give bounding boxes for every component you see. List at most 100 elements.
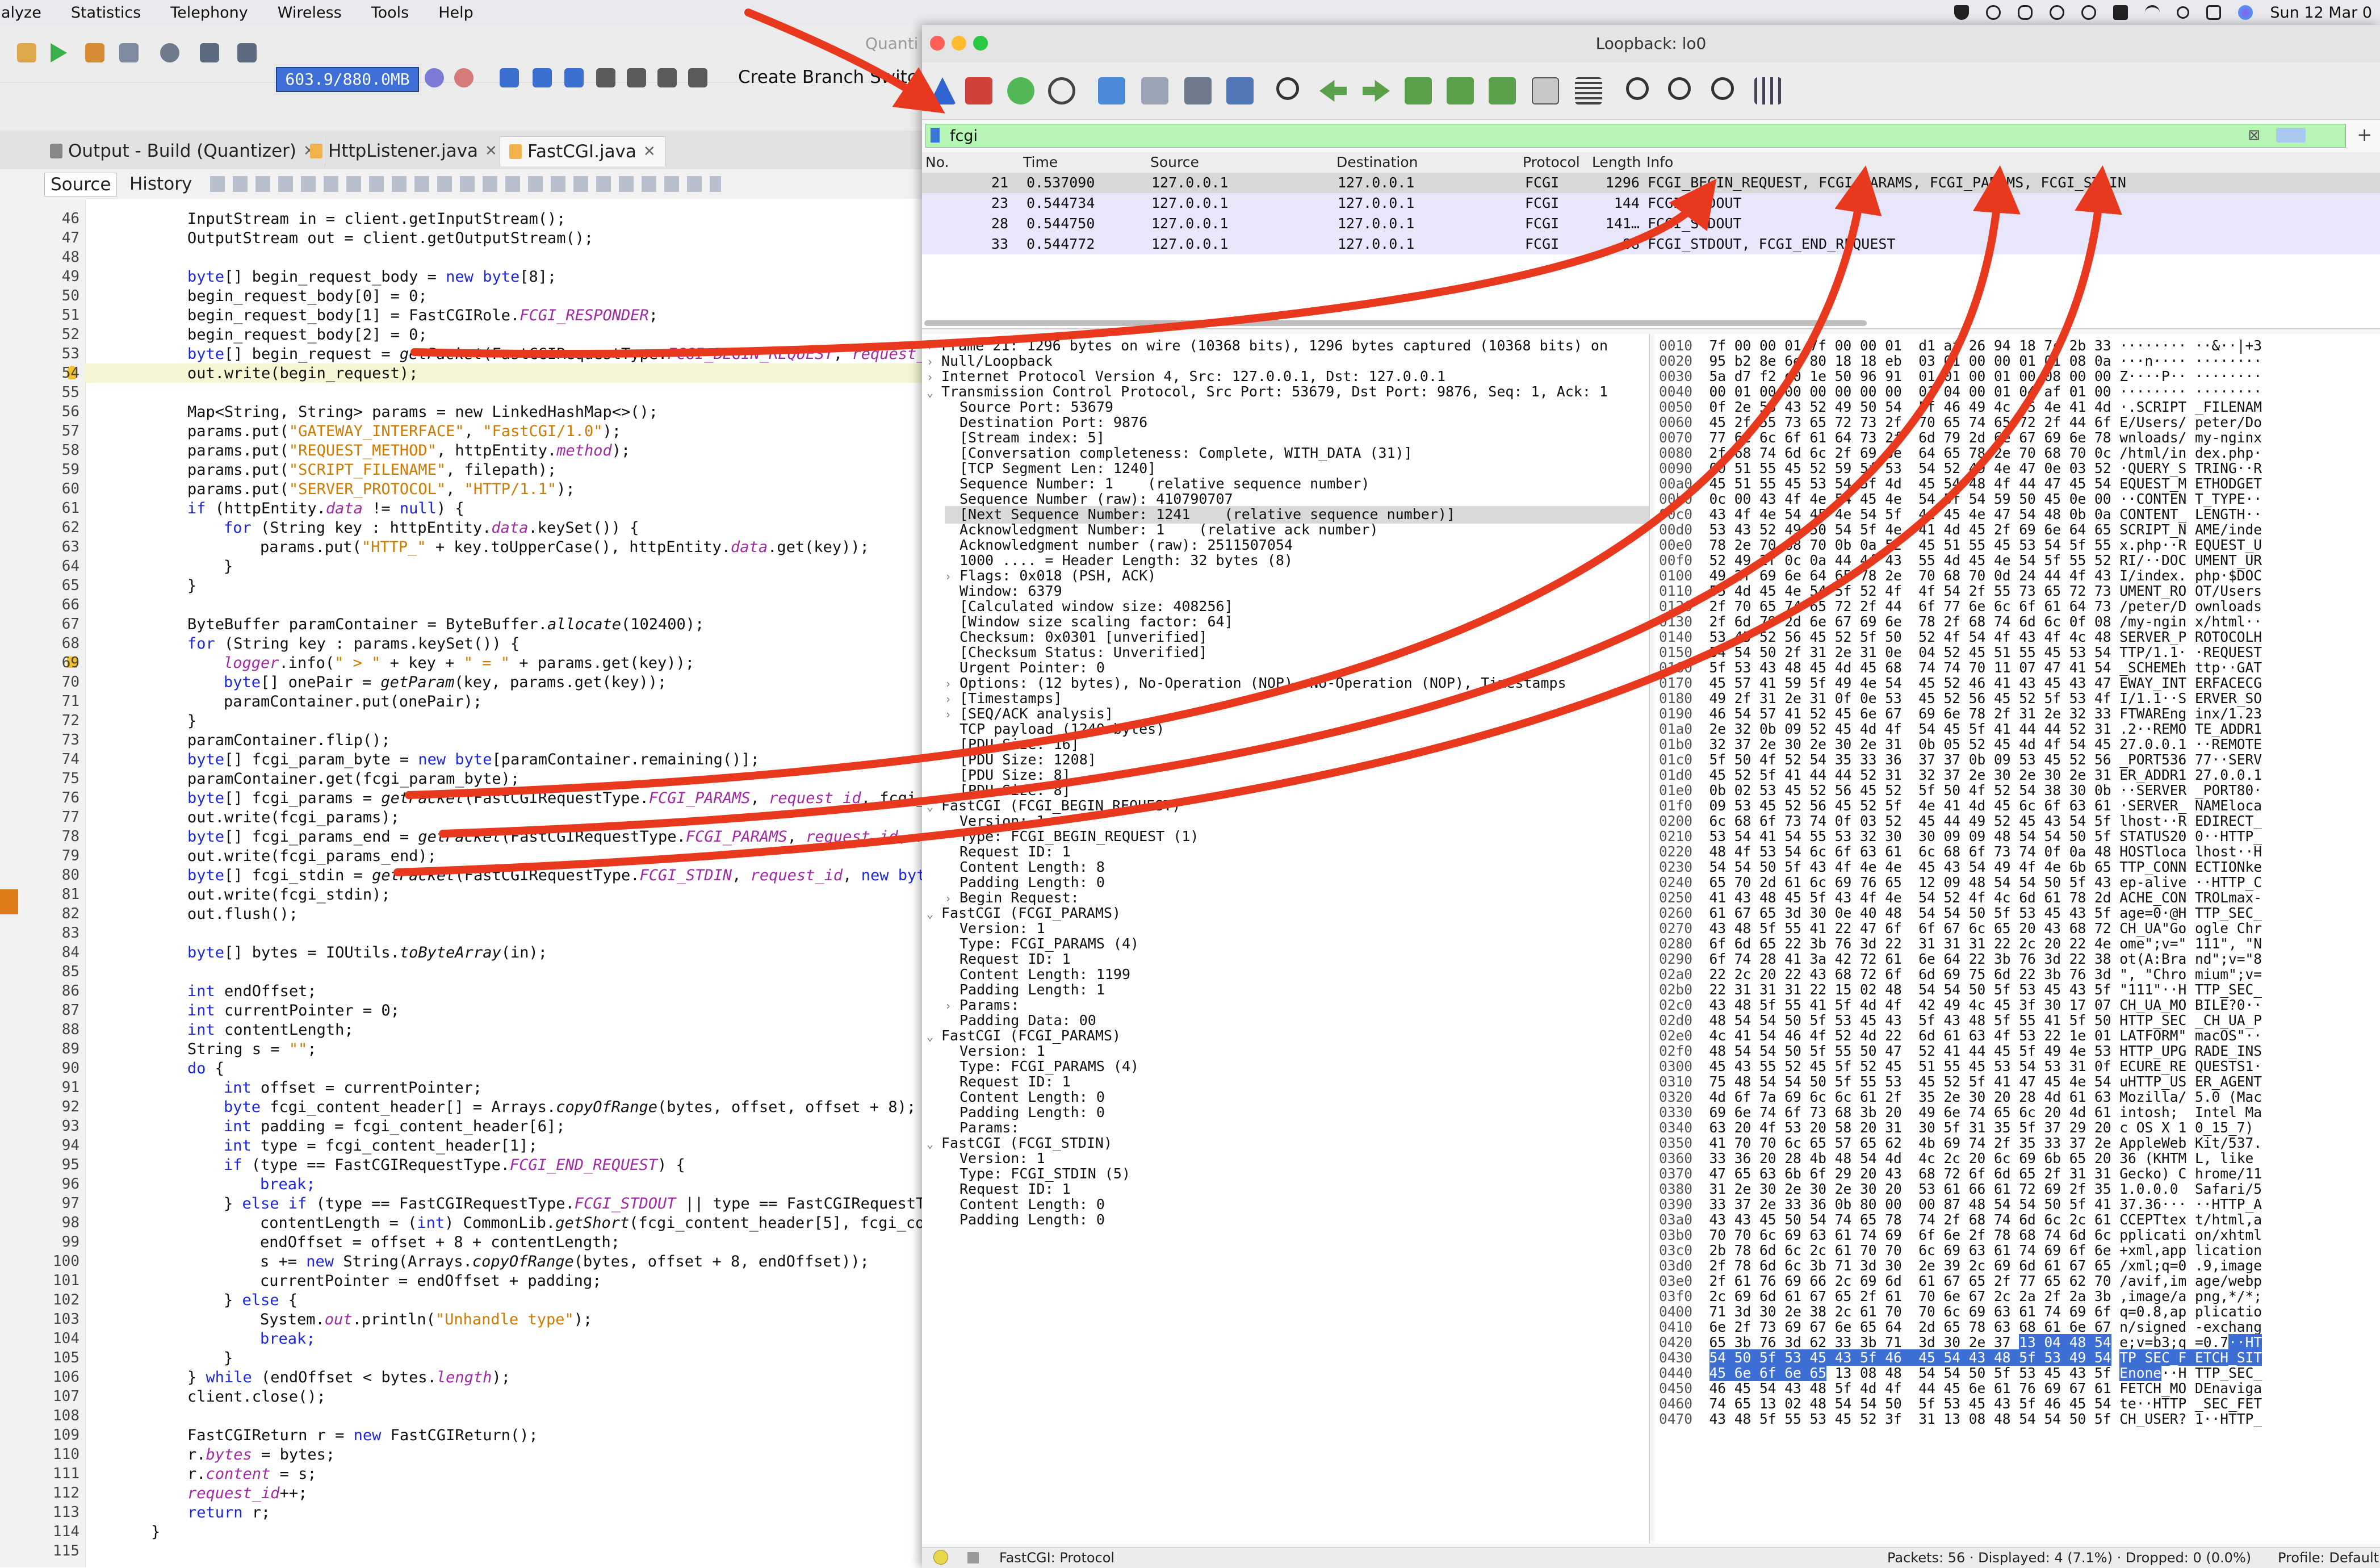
hex-row[interactable]: 01a0 2e 32 0b 09 52 45 4d 4f 54 45 5f 41… xyxy=(1659,721,2262,738)
user-icon[interactable] xyxy=(2081,5,2097,20)
create-branch-button[interactable]: Create Branch Switch xyxy=(738,67,928,87)
close-icon[interactable]: ✕ xyxy=(485,143,497,160)
hex-row[interactable]: 0450 46 45 54 43 48 5f 4d 4f 44 45 6e 61… xyxy=(1659,1380,2262,1397)
hex-row[interactable]: 0190 46 54 57 41 52 45 6e 67 69 6e 78 2f… xyxy=(1659,705,2262,722)
toolbar-icon[interactable] xyxy=(17,43,36,62)
hex-row[interactable]: 03a0 43 43 45 50 54 74 65 78 74 2f 68 74… xyxy=(1659,1211,2262,1228)
headphones-icon[interactable] xyxy=(1986,5,2001,20)
git-stash-icon[interactable] xyxy=(688,68,707,87)
capture-options-icon[interactable] xyxy=(1048,77,1075,104)
hex-row[interactable]: 0250 41 43 48 45 5f 43 4f 4e 54 52 4f 4c… xyxy=(1659,889,2262,906)
hex-row[interactable]: 03b0 70 70 6c 69 63 61 74 69 6f 6e 2f 78… xyxy=(1659,1227,2262,1244)
hex-row[interactable]: 0040 00 01 00 00 00 00 00 00 01 04 00 01… xyxy=(1659,383,2262,400)
packet-details-tree[interactable]: › Frame 21: 1296 bytes on wire (10368 bit… xyxy=(922,334,1650,1544)
hex-row[interactable]: 0090 00 51 55 45 52 59 5f 53 54 52 49 4e… xyxy=(1659,460,2262,477)
display-filter-input[interactable] xyxy=(949,126,2257,146)
hex-row[interactable]: 0310 75 48 54 54 50 5f 55 53 45 52 5f 41… xyxy=(1659,1073,2262,1090)
hex-row[interactable]: 0410 6e 2f 73 69 67 6e 65 64 2d 65 78 63… xyxy=(1659,1319,2262,1336)
camera-icon[interactable] xyxy=(200,43,219,62)
hex-row[interactable]: 00b0 0c 00 43 4f 4e 54 45 4e 54 5f 54 59… xyxy=(1659,491,2262,508)
close-icon[interactable]: ✕ xyxy=(643,143,656,160)
go-back-icon[interactable] xyxy=(1319,80,1347,102)
hex-row[interactable]: 0020 95 b2 8e 6e 80 18 18 eb 03 01 00 00… xyxy=(1659,353,2262,370)
hex-row[interactable]: 0030 5a d7 f2 d0 1e 50 96 91 01 01 00 01… xyxy=(1659,368,2262,385)
hex-row[interactable]: 0380 31 2e 30 2e 30 2e 30 20 53 61 66 61… xyxy=(1659,1181,2262,1198)
hex-row[interactable]: 0350 41 70 70 6c 65 57 65 62 4b 69 74 2f… xyxy=(1659,1135,2262,1152)
control-center-icon[interactable] xyxy=(2206,5,2222,20)
hex-row[interactable]: 0070 77 6e 6c 6f 61 64 73 2f 6d 79 2d 6e… xyxy=(1659,429,2262,446)
hex-row[interactable]: 0150 54 54 50 2f 31 2e 31 0e 04 52 45 51… xyxy=(1659,644,2262,661)
column-info[interactable]: Info xyxy=(1646,152,1673,173)
hex-row[interactable]: 0220 48 4f 53 54 6c 6f 63 61 6c 68 6f 73… xyxy=(1659,843,2262,860)
expanded-arrow-icon[interactable]: ⌄ xyxy=(927,798,941,815)
hex-row[interactable]: 00d0 53 43 52 49 50 54 5f 4e 41 4d 45 2f… xyxy=(1659,521,2262,538)
memory-indicator[interactable]: 603.9/880.0MB xyxy=(276,67,419,92)
hex-row[interactable]: 0110 55 4d 45 4e 54 5f 52 4f 4f 54 2f 55… xyxy=(1659,583,2262,600)
menu-help[interactable]: Help xyxy=(424,4,488,22)
column-protocol[interactable]: Protocol xyxy=(1523,152,1580,173)
menu-analyze[interactable]: alyze xyxy=(0,4,56,22)
hex-row[interactable]: 00f0 52 49 2f 0c 0a 44 4f 43 55 4d 45 4e… xyxy=(1659,552,2262,569)
debug-icon[interactable] xyxy=(119,43,139,62)
hex-row[interactable]: 0260 61 67 65 3d 30 0e 40 48 54 54 50 5f… xyxy=(1659,905,2262,922)
tab-history[interactable]: History xyxy=(124,173,198,195)
clear-filter-icon[interactable]: ⊠ xyxy=(2248,127,2260,144)
wifi-icon[interactable] xyxy=(2145,5,2160,20)
hex-row[interactable]: 0270 43 48 5f 55 41 22 47 6f 6f 67 6c 65… xyxy=(1659,920,2262,937)
git-diff-icon[interactable] xyxy=(596,68,615,87)
git-commit-icon[interactable] xyxy=(500,68,519,87)
apply-filter-icon[interactable] xyxy=(2276,128,2306,143)
packet-bytes-pane[interactable]: 0010 7f 00 00 01 7f 00 00 01 d1 af 26 94… xyxy=(1654,334,2380,1544)
hex-row[interactable]: 00c0 43 4f 4e 54 45 4e 54 5f 4c 45 4e 47… xyxy=(1659,506,2262,523)
hex-row[interactable]: 0240 65 70 2d 61 6c 69 76 65 12 09 48 54… xyxy=(1659,874,2262,891)
hex-row[interactable]: 0370 47 65 63 6b 6f 29 20 43 68 72 6f 6d… xyxy=(1659,1165,2262,1182)
zoom-reset-icon[interactable] xyxy=(1711,77,1734,100)
error-stripe-marker[interactable] xyxy=(0,889,18,914)
hex-row[interactable]: 03f0 2c 69 6d 61 67 65 2f 61 70 6e 67 2c… xyxy=(1659,1288,2262,1305)
expanded-arrow-icon[interactable]: ⌄ xyxy=(927,384,941,401)
hex-row[interactable]: 0010 7f 00 00 01 7f 00 00 01 d1 af 26 94… xyxy=(1659,337,2262,354)
hex-row[interactable]: 0050 0f 2e 53 43 52 49 50 54 5f 46 49 4c… xyxy=(1659,399,2262,416)
hex-row[interactable]: 0440 45 6e 6f 6e 65 13 08 48 54 54 50 5f… xyxy=(1659,1365,2262,1382)
column-length[interactable]: Length xyxy=(1592,152,1641,173)
close-file-icon[interactable] xyxy=(1184,77,1212,104)
hex-row[interactable]: 0360 33 36 20 28 4b 48 54 4d 4c 2c 20 6c… xyxy=(1659,1150,2262,1167)
hex-row[interactable]: 0140 53 45 52 56 45 52 5f 50 52 4f 54 4f… xyxy=(1659,629,2262,646)
menu-telephony[interactable]: Telephony xyxy=(156,4,263,22)
column-destination[interactable]: Destination xyxy=(1336,152,1418,173)
hex-row[interactable]: 0400 71 3d 30 2e 38 2c 61 70 70 6c 69 63… xyxy=(1659,1303,2262,1320)
hex-row[interactable]: 0060 45 2f 55 73 65 72 73 2f 70 65 74 65… xyxy=(1659,414,2262,431)
hex-row[interactable]: 02b0 22 31 31 31 22 15 02 48 54 54 50 5f… xyxy=(1659,981,2262,998)
build-icon[interactable] xyxy=(85,43,104,62)
column-time[interactable]: Time xyxy=(1023,152,1058,173)
hex-row[interactable]: 03d0 2f 78 6d 6c 3b 71 3d 30 2e 39 2c 69… xyxy=(1659,1257,2262,1274)
column-no[interactable]: No. xyxy=(925,152,949,173)
resize-columns-icon[interactable] xyxy=(1754,77,1782,104)
play-icon[interactable] xyxy=(2050,5,2065,20)
packet-row[interactable]: 33 0.544772 127.0.0.1 127.0.0.1 FCGI 88 … xyxy=(922,234,2380,254)
restart-capture-icon[interactable] xyxy=(1007,77,1034,104)
hex-row[interactable]: 0330 69 6e 74 6f 73 68 3b 20 49 6e 74 65… xyxy=(1659,1104,2262,1121)
menu-tools[interactable]: Tools xyxy=(357,4,424,22)
hex-row[interactable]: 03e0 2f 61 76 69 66 2c 69 6d 61 67 65 2f… xyxy=(1659,1273,2262,1290)
hex-row[interactable]: 0210 53 54 41 54 55 53 32 30 30 09 09 48… xyxy=(1659,828,2262,845)
packet-row[interactable]: 23 0.544734 127.0.0.1 127.0.0.1 FCGI 144… xyxy=(922,193,2380,214)
zoom-out-icon[interactable] xyxy=(1668,77,1691,100)
column-source[interactable]: Source xyxy=(1150,152,1199,173)
packet-row[interactable]: 28 0.544750 127.0.0.1 127.0.0.1 FCGI 141… xyxy=(922,214,2380,234)
hex-row[interactable]: 02f0 48 54 54 50 5f 55 50 47 52 41 44 45… xyxy=(1659,1043,2262,1060)
bookmark-icon[interactable] xyxy=(931,128,940,143)
menu-statistics[interactable]: Statistics xyxy=(56,4,156,22)
profile-icon[interactable] xyxy=(160,43,179,62)
hex-row[interactable]: 0280 6f 6d 65 22 3b 76 3d 22 31 31 31 22… xyxy=(1659,935,2262,952)
hex-row[interactable]: 0160 5f 53 43 48 45 4d 45 68 74 74 70 11… xyxy=(1659,659,2262,676)
hex-row[interactable]: 02c0 43 48 5f 55 41 5f 4d 4f 42 49 4c 45… xyxy=(1659,997,2262,1014)
editor-toolbar-icons[interactable] xyxy=(210,176,721,192)
hex-row[interactable]: 0470 43 48 5f 55 53 45 52 3f 31 13 08 48… xyxy=(1659,1411,2262,1428)
hex-row[interactable]: 0460 74 65 13 02 48 54 54 50 5f 53 45 43… xyxy=(1659,1395,2262,1412)
gc-run-2-icon[interactable] xyxy=(454,68,474,87)
hex-row[interactable]: 0300 45 43 55 52 45 5f 52 45 51 55 45 53… xyxy=(1659,1058,2262,1075)
expanded-arrow-icon[interactable]: ⌄ xyxy=(927,905,941,922)
git-push-icon[interactable] xyxy=(533,68,552,87)
shield-icon[interactable] xyxy=(1954,5,1970,20)
